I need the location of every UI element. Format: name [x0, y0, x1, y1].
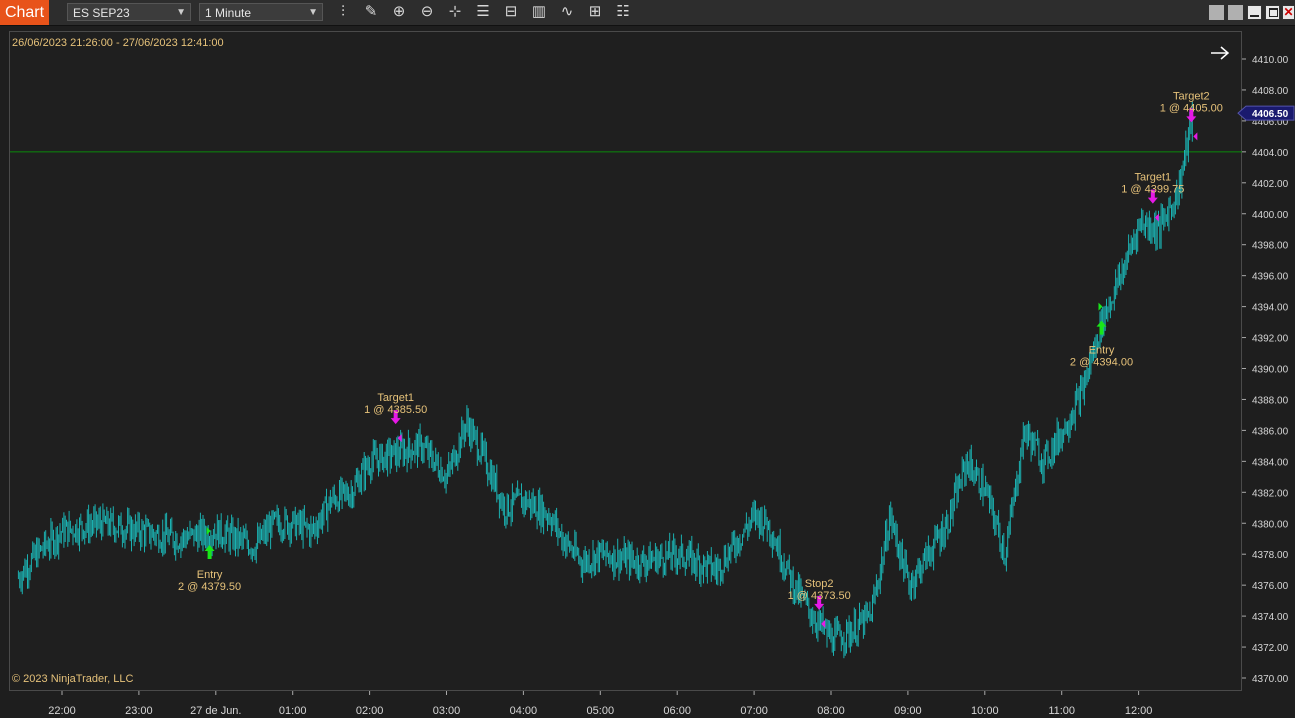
execution-text: 1 @ 4399.75 [1121, 184, 1184, 196]
y-tick-label: 4384.00 [1252, 457, 1289, 468]
execution-text: 2 @ 4379.50 [178, 581, 241, 593]
x-tick-label: 01:00 [279, 705, 307, 717]
x-tick-label: 06:00 [663, 705, 691, 717]
y-tick-label: 4386.00 [1252, 426, 1289, 437]
execution-name: Entry [197, 569, 223, 581]
execution-text: 2 @ 4394.00 [1070, 357, 1133, 369]
x-tick-label: 07:00 [740, 705, 768, 717]
execution-text: 1 @ 4385.50 [364, 404, 427, 416]
y-tick-label: 4396.00 [1252, 272, 1289, 283]
y-tick-label: 4374.00 [1252, 612, 1289, 623]
y-tick-label: 4382.00 [1252, 488, 1289, 499]
execution-marker[interactable] [1193, 132, 1198, 141]
y-tick-label: 4376.00 [1252, 581, 1289, 592]
execution-text: 1 @ 4373.50 [788, 590, 851, 602]
y-tick-label: 4402.00 [1252, 179, 1289, 190]
y-tick-label: 4370.00 [1252, 674, 1289, 685]
y-tick-label: 4404.00 [1252, 148, 1289, 159]
execution-name: Entry [1089, 345, 1115, 357]
execution-marker[interactable] [1098, 302, 1103, 311]
x-tick-label: 02:00 [356, 705, 384, 717]
x-tick-label: 23:00 [125, 705, 153, 717]
y-tick-label: 4378.00 [1252, 550, 1289, 561]
price-bars [17, 101, 1193, 659]
y-tick-label: 4390.00 [1252, 365, 1289, 376]
x-tick-label: 03:00 [433, 705, 461, 717]
y-tick-label: 4400.00 [1252, 210, 1289, 221]
y-tick-label: 4410.00 [1252, 55, 1289, 66]
price-chart[interactable]: 4410.004408.004406.004404.004402.004400.… [0, 0, 1295, 718]
x-tick-label: 04:00 [510, 705, 538, 717]
execution-text: 1 @ 4405.00 [1160, 102, 1223, 114]
y-tick-label: 4372.00 [1252, 643, 1289, 654]
arrow-right-icon[interactable] [1211, 46, 1230, 60]
y-tick-label: 4398.00 [1252, 241, 1289, 252]
x-tick-label: 05:00 [587, 705, 615, 717]
y-tick-label: 4392.00 [1252, 334, 1289, 345]
x-tick-label: 08:00 [817, 705, 845, 717]
x-tick-label: 22:00 [48, 705, 76, 717]
x-tick-label: 27 de Jun. [190, 705, 241, 717]
last-price-label: 4406.50 [1252, 109, 1289, 120]
execution-name: Target1 [1134, 172, 1171, 184]
y-tick-label: 4380.00 [1252, 519, 1289, 530]
execution-name: Target1 [377, 392, 414, 404]
y-tick-label: 4408.00 [1252, 86, 1289, 97]
x-tick-label: 11:00 [1048, 705, 1075, 717]
x-tick-label: 12:00 [1125, 705, 1153, 717]
x-tick-label: 09:00 [894, 705, 922, 717]
x-tick-label: 10:00 [971, 705, 999, 717]
y-tick-label: 4388.00 [1252, 395, 1289, 406]
execution-name: Target2 [1173, 90, 1210, 102]
execution-name: Stop2 [805, 578, 834, 590]
y-tick-label: 4394.00 [1252, 303, 1289, 314]
